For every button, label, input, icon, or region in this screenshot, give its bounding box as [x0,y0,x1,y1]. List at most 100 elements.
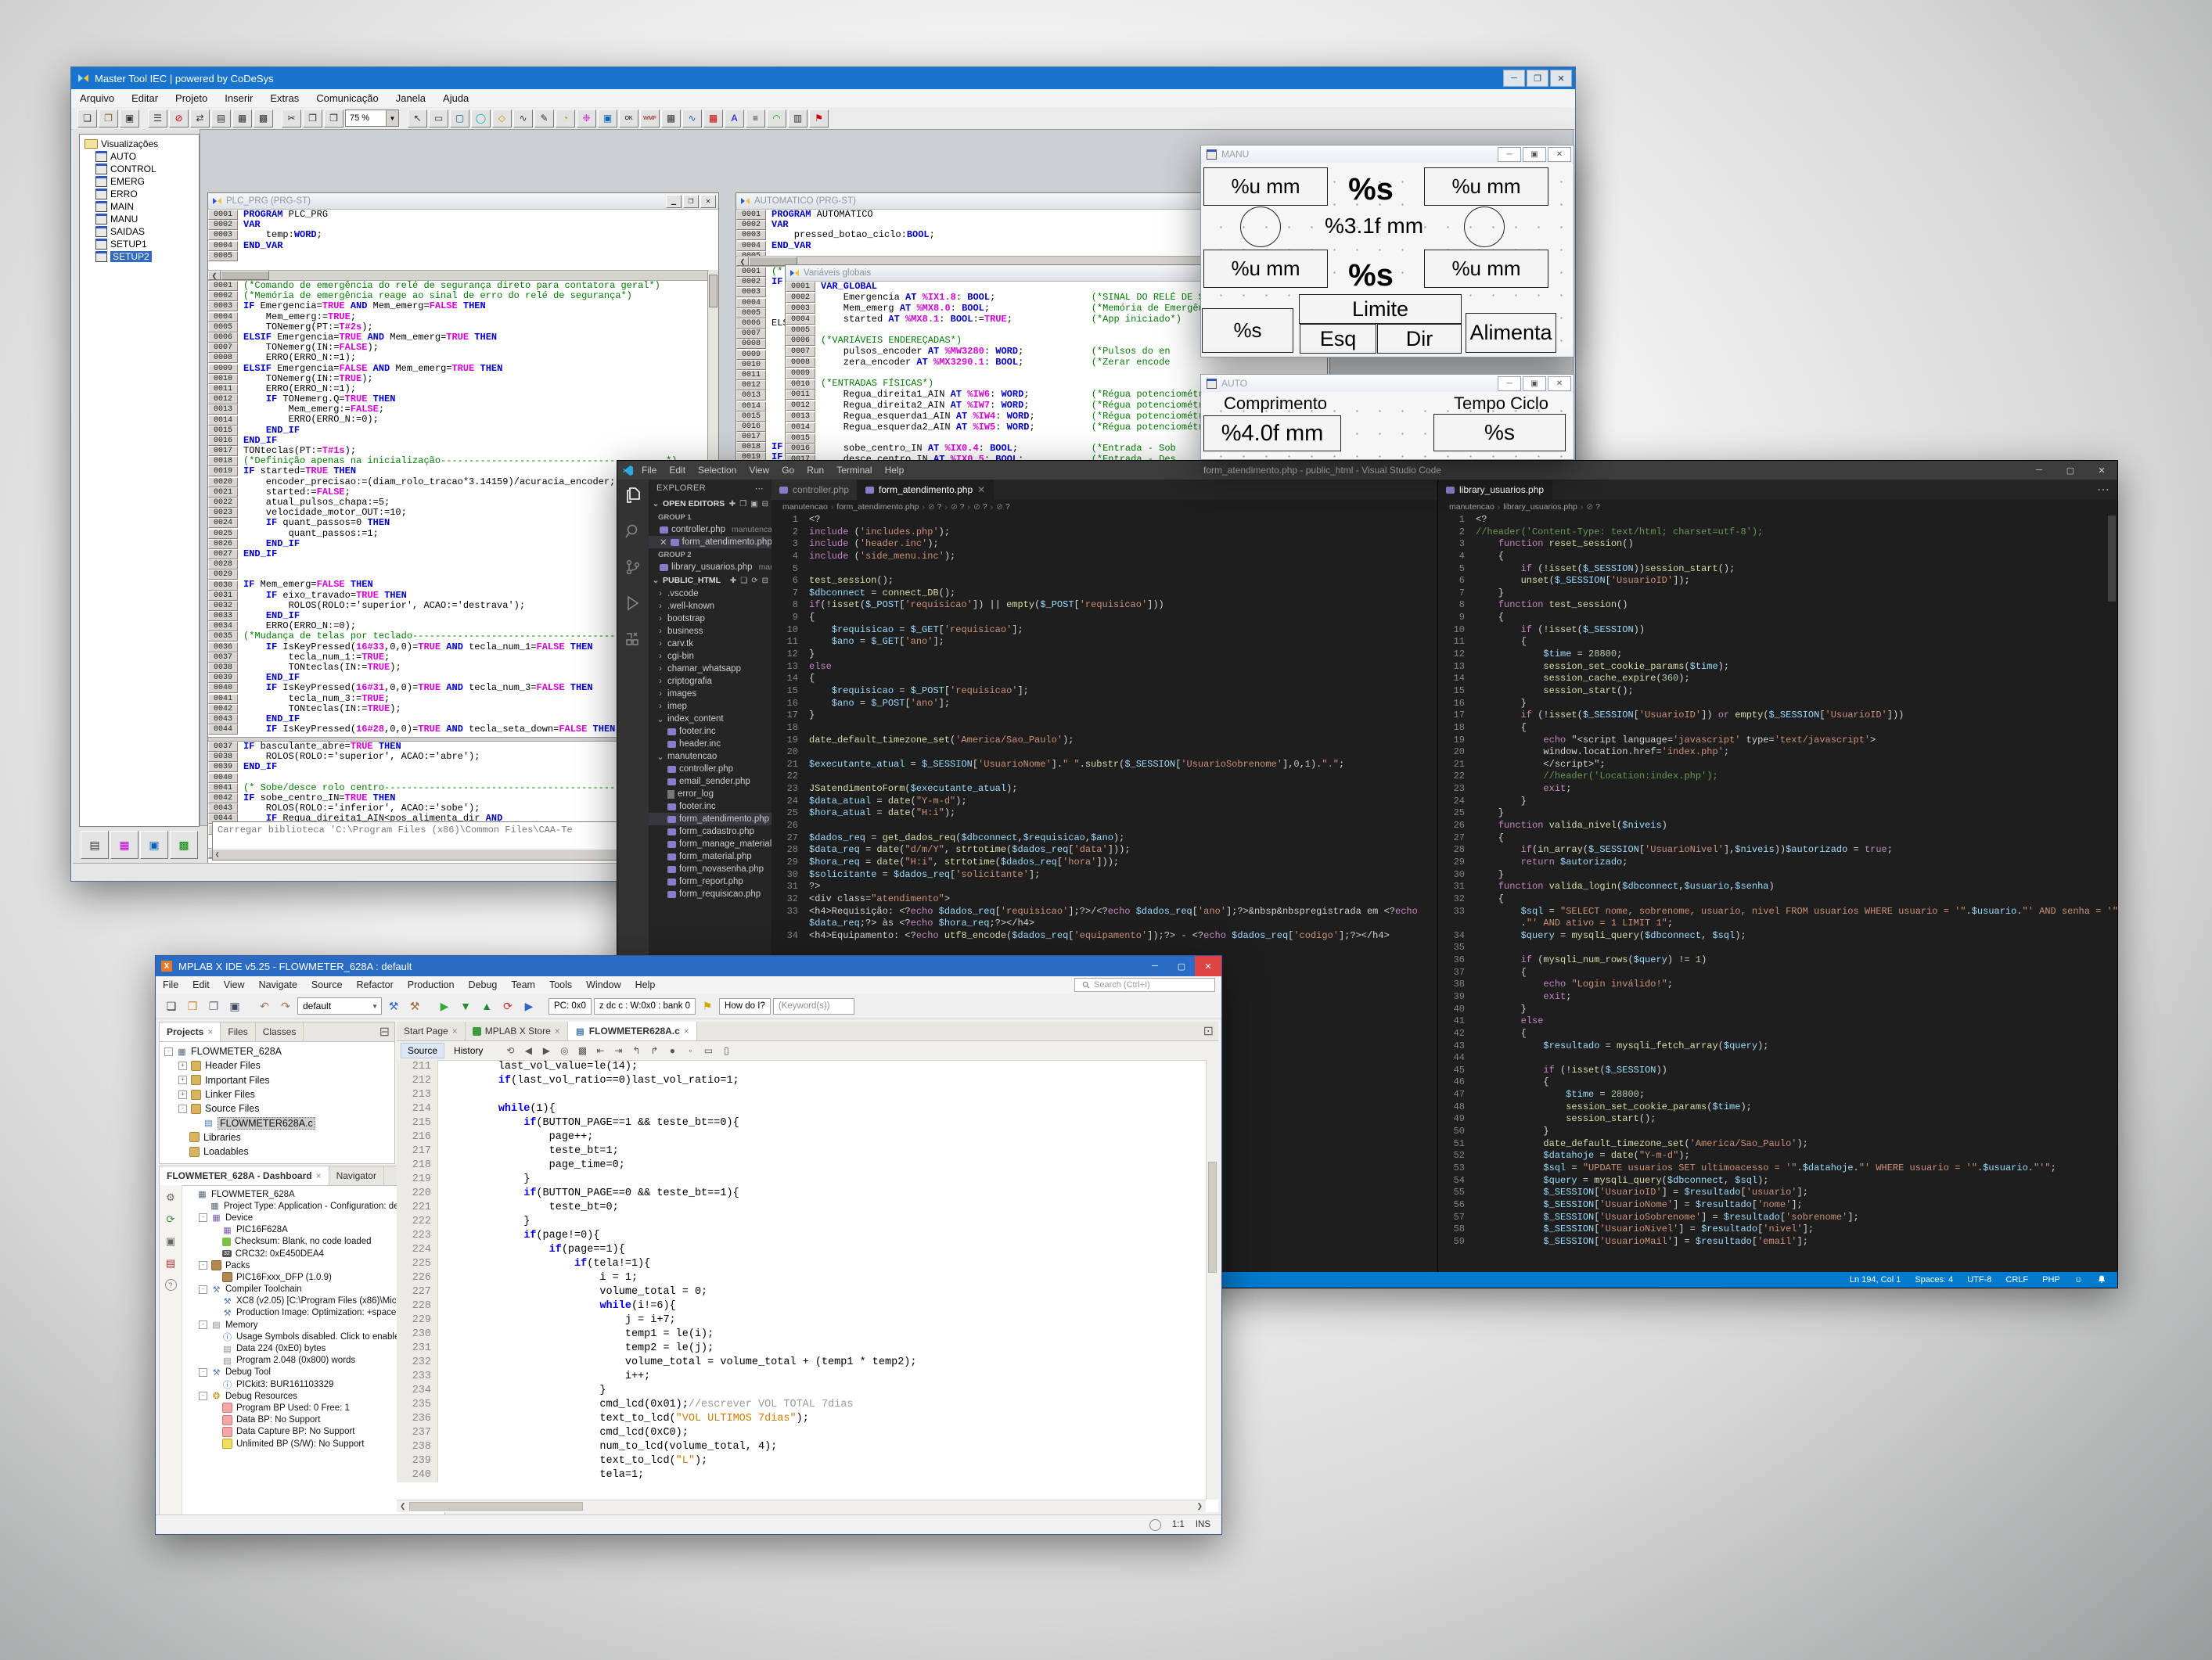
trend-icon[interactable]: ∿ [682,110,702,128]
menu-selection[interactable]: Selection [692,465,743,476]
debug-run-icon[interactable]: ▶ [520,997,538,1015]
file-tree-item[interactable]: ›imep [649,700,772,713]
file-tree-item[interactable]: ›chamar_whatsapp [649,663,772,675]
close-all-icon[interactable]: ⊟ [762,500,768,508]
menu-edit[interactable]: Edit [185,979,217,990]
breadcrumb-item[interactable]: library_usuarios.php [1503,502,1577,512]
file-tree-item[interactable]: ›carv.tk [649,638,772,650]
text-icon[interactable]: A [725,110,744,128]
restore-button[interactable]: ❐ [683,195,699,208]
status-item[interactable]: CRLF [2005,1275,2028,1285]
visualization-icon[interactable]: ▣ [598,110,617,128]
build-icon[interactable]: ⚒ [384,997,403,1015]
settings-gear-icon[interactable]: ⚙ [166,1191,175,1204]
menu-production[interactable]: Production [401,979,462,990]
restore-button[interactable]: ▣ [1523,147,1546,162]
cut-icon[interactable]: ✂ [282,110,301,128]
tab-dashboard[interactable]: FLOWMETER_628A - Dashboard × [160,1166,329,1185]
menu-help[interactable]: Help [879,465,911,476]
project-tree-item[interactable]: Libraries [161,1130,393,1144]
close-button[interactable]: ✕ [1550,70,1572,87]
redo-icon[interactable]: ↷ [276,997,295,1015]
source-view-button[interactable]: Source [401,1043,444,1058]
minimize-button[interactable]: ─ [1503,70,1525,87]
shift-right-icon[interactable]: ⇥ [610,1043,626,1058]
tree-item-erro[interactable]: ERRO [80,188,199,200]
save-all-icon[interactable]: ▣ [225,997,244,1015]
position-display-mid-left[interactable]: %u mm [1203,250,1328,288]
print-icon[interactable]: ▦ [232,110,252,128]
menu-file[interactable]: File [156,979,185,990]
program-device-icon[interactable]: ▼ [456,997,475,1015]
minimize-button[interactable]: ─ [2023,461,2055,480]
open-editor-item[interactable]: controller.phpmanutencao [649,523,772,536]
plc-declaration-editor[interactable]: 0001PROGRAM PLC_PRG0002VAR0003 temp:WORD… [208,210,718,270]
file-tree-item[interactable]: ›bootstrap [649,613,772,625]
menu-arquivo[interactable]: Arquivo [71,92,123,104]
feedback-smiley-icon[interactable]: ☺ [2074,1275,2083,1285]
horizontal-scrollbar[interactable]: ❮❯ [397,1500,1206,1512]
tab-navigator[interactable]: Navigator [329,1166,384,1185]
prev-bookmark-icon[interactable]: ↰ [628,1043,644,1058]
close-button[interactable]: ✕ [700,195,716,208]
menu-help[interactable]: Help [628,979,663,990]
file-tree-item[interactable]: form_manage_material.php [649,838,772,850]
minimize-panel-icon[interactable]: ⊟ [379,1022,394,1041]
project-tree-item[interactable]: Loadables [161,1144,393,1159]
menu-view[interactable]: View [217,979,252,990]
file-tree-item[interactable]: controller.php [649,763,772,775]
dir-button[interactable]: Dir [1377,324,1462,354]
visualization-tree[interactable]: VisualizaçõesAUTOCONTROLEMERGERROMAINMAN… [79,134,200,827]
minimize-button[interactable]: ─ [1498,376,1521,391]
refresh-icon[interactable]: ⟳ [167,1213,175,1226]
project-tree-item[interactable]: -Source Files [161,1101,393,1116]
tree-root[interactable]: Visualizações [80,138,199,150]
save-all-icon[interactable]: ▣ [750,500,757,508]
read-device-icon[interactable]: ▲ [477,997,496,1015]
how-do-i-select[interactable]: How do I? [719,998,771,1015]
uncomment-icon[interactable]: ▯ [718,1043,734,1058]
tree-item-saidas[interactable]: SAIDAS [80,225,199,238]
stop-st-icon[interactable]: ⊘ [169,110,189,128]
position-display-top-right[interactable]: %u mm [1424,167,1548,206]
visualizations-tab[interactable]: ▣ [140,831,168,859]
esq-button[interactable]: Esq [1300,324,1376,354]
open-editor-item[interactable]: library_usuarios.phpmanutencao [649,561,772,573]
rectangle-icon[interactable]: ▭ [429,110,448,128]
tree-item-setup1[interactable]: SETUP1 [80,238,199,250]
find-selection-icon[interactable]: ▩ [574,1043,590,1058]
menu-window[interactable]: Window [579,979,628,990]
position-display-mid-right[interactable]: %u mm [1424,250,1548,288]
palette-icon[interactable]: ❉ [577,110,596,128]
notifications-bell-icon[interactable] [2097,1274,2106,1286]
shift-left-icon[interactable]: ⇤ [592,1043,608,1058]
curve-icon[interactable]: ✎ [534,110,554,128]
restore-button[interactable]: ▣ [1523,376,1546,391]
public-html-section[interactable]: ⌄PUBLIC_HTML ✚ ❏ ⟳ ⊟ [649,573,772,587]
ellipse-icon[interactable]: ◯ [471,110,491,128]
flag-icon[interactable]: ⚑ [698,997,717,1015]
open-file-icon[interactable]: ❐ [99,110,118,128]
history-view-button[interactable]: History [447,1043,490,1058]
ok-button-icon[interactable]: OK [619,110,638,128]
alimenta-button[interactable]: Alimenta [1466,313,1556,353]
file-tree-item[interactable]: form_cadastro.php [649,825,772,838]
menu-run[interactable]: Run [800,465,830,476]
code-editor-library-usuarios[interactable]: 1<?2//header('Content-Type: text/html; c… [1438,514,2117,1272]
zoom-select[interactable]: 75 %▼ [345,110,399,127]
editor-tab-MPLAB-X-Store[interactable]: MPLAB X Store × [466,1022,568,1040]
open-editor-item[interactable]: ✕form_atendimento.phpmanute... [649,536,772,548]
open-project-icon[interactable]: ❐ [183,997,202,1015]
maximize-button[interactable]: ▢ [1168,956,1195,976]
breadcrumb[interactable]: manutencao›form_atendimento.php›⊘ ?›⊘ ?›… [772,500,1437,514]
menu-comunicação[interactable]: Comunicação [308,92,387,104]
file-tree-item[interactable]: form_material.php [649,850,772,863]
polyline-icon[interactable]: ∿ [513,110,533,128]
file-tree-item[interactable]: form_novasenha.php [649,863,772,875]
extensions-icon[interactable] [624,630,642,649]
breadcrumb-item[interactable]: form_atendimento.php [836,502,919,512]
pous-tab[interactable]: ▤ [81,831,109,859]
configuration-select[interactable]: default▼ [297,997,382,1015]
status-display-button[interactable]: %s [1202,308,1293,353]
close-button[interactable]: ✕ [1548,147,1571,162]
